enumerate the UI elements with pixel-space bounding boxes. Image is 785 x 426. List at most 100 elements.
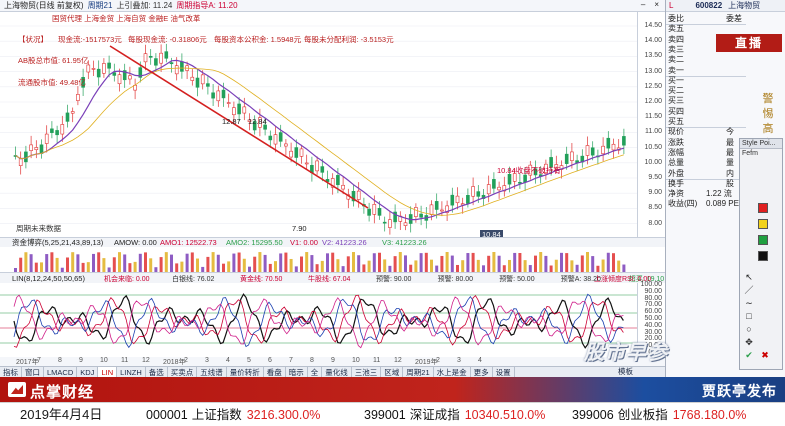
line-tool-icon[interactable]: ／ [742, 284, 756, 297]
tab-indicator[interactable]: 区域 [381, 366, 404, 378]
quote-row-label: 买五 [668, 117, 684, 126]
tab-indicator[interactable]: 看盘 [264, 366, 286, 378]
color-swatch-green[interactable] [758, 235, 768, 245]
candle [164, 51, 169, 59]
tab-indicator[interactable]: LMACD [44, 366, 78, 378]
candle [611, 143, 616, 151]
lin-canvas [0, 293, 637, 349]
volume-bar [71, 252, 75, 272]
weekly-note: 周期未来数据 [16, 224, 61, 233]
undistributed-label: 每股未分配利润: -3.5153元 [304, 35, 394, 44]
pointer-tool-icon[interactable]: ↖ [742, 271, 756, 284]
rectangle-tool-icon[interactable]: □ [742, 310, 756, 323]
volume-bar [518, 253, 522, 272]
candle [304, 162, 309, 165]
volume-bar [196, 258, 199, 272]
tab-indicator[interactable]: 量化线 [322, 366, 352, 378]
tab-indicator[interactable]: 周期21 [403, 366, 434, 378]
quote-row: 净资 1.22 流 [666, 189, 746, 199]
volume-title[interactable]: 资金博弈(5,25,21,43,89,13) [12, 238, 103, 247]
volume-bar [528, 265, 532, 272]
tab-indicator[interactable]: KDJ [77, 366, 99, 378]
volume-bar [456, 264, 459, 272]
volume-bar [612, 253, 615, 272]
quote-row: 买一 [666, 76, 746, 86]
tab-indicator[interactable]: 备选 [146, 366, 168, 378]
tab-indicator[interactable]: 三池三 [352, 366, 382, 378]
volume-bar [404, 255, 407, 272]
curve-tool-icon[interactable]: ∼ [742, 297, 756, 310]
check-tool-icon[interactable]: ✔ [742, 349, 756, 362]
cross-tool-icon[interactable]: ✖ [758, 349, 772, 362]
live-button[interactable]: 直播 [716, 34, 782, 52]
ticker-name: 上证指数 [191, 408, 242, 422]
float-cap-label: AB股总市值: 61.95亿 [18, 56, 89, 65]
volume-bar [274, 261, 277, 272]
volume-bar [362, 264, 366, 272]
date-tick-label: 10 [352, 357, 360, 364]
volume-bar [222, 263, 225, 272]
date-tick-label: 3 [457, 357, 461, 364]
candle [523, 174, 527, 183]
tab-indicator[interactable]: LIN [98, 366, 118, 378]
status-button[interactable]: 【状况】 [18, 35, 48, 44]
tab-indicator[interactable]: 买卖点 [168, 366, 198, 378]
date-tick-label: 2 [436, 357, 440, 364]
color-swatch-black[interactable] [758, 251, 768, 261]
tab-indicator[interactable]: 暗示 [286, 366, 308, 378]
amo1-value: AMO1: 12522.73 [160, 238, 217, 247]
quote-row: 委比 委差 [666, 14, 746, 24]
color-swatch-red[interactable] [758, 203, 768, 213]
tab-indicator[interactable]: 全 [308, 366, 323, 378]
candle [377, 208, 382, 216]
volume-bar [393, 256, 397, 272]
tab-indicator[interactable]: 量价转折 [227, 366, 264, 378]
quote-row-label: 买二 [668, 86, 684, 96]
move-tool-icon[interactable]: ✥ [742, 336, 756, 349]
price-chart[interactable]: 国贸代理 上海金贸 上海自贸 金融E 油气改革 【状况】 现金流:-151757… [0, 12, 637, 239]
volume-bar [92, 253, 95, 272]
volume-chart[interactable] [0, 247, 637, 272]
candle [232, 107, 236, 116]
candle [570, 151, 574, 161]
volume-bar [175, 263, 179, 272]
support-note: 10.84收盘不破持有 [497, 166, 561, 175]
quote-row-label: 委比 [668, 14, 684, 23]
tab-indicator[interactable]: 水上是金 [434, 366, 471, 378]
quote-row-value: 量 [726, 158, 734, 168]
chart-title-bar: 上海物贸(日线 前复权) 周期21 上引叠加: 11.24 周期指导A: 11.… [0, 0, 665, 12]
volume-canvas [14, 252, 626, 272]
tab-indicator[interactable]: 窗口 [22, 366, 44, 378]
template-button[interactable]: 模板 [618, 367, 633, 376]
candle [455, 195, 460, 204]
quote-row: 涨跌 最 [666, 138, 746, 148]
volume-bar [372, 253, 376, 272]
tags-label: 国贸代理 上海金贸 上海自贸 金融E 油气改革 [52, 14, 201, 23]
candle [34, 147, 39, 151]
tab-indicator[interactable]: 指标 [0, 366, 22, 378]
close-icon[interactable]: × [654, 0, 659, 9]
candle [315, 160, 319, 172]
ellipse-tool-icon[interactable]: ○ [742, 323, 756, 336]
live-prefix-label: L [669, 1, 674, 10]
lin-title[interactable]: LIN(8,12,24,50,50,65) [12, 274, 85, 283]
lin-indicator-chart[interactable] [0, 283, 637, 357]
candle [107, 62, 111, 69]
tab-indicator[interactable]: 五线谱 [197, 366, 227, 378]
candle [44, 133, 49, 144]
color-swatch-yellow[interactable] [758, 219, 768, 229]
tab-indicator[interactable]: 更多 [471, 366, 493, 378]
minimize-icon[interactable]: – [641, 0, 645, 9]
period-label[interactable]: 周期21 [88, 0, 113, 11]
amo2-value: AMO2: 15295.50 [226, 238, 283, 247]
volume-bar [102, 258, 106, 272]
tab-indicator[interactable]: 设置 [493, 366, 515, 378]
tab-indicator[interactable]: LINZH [117, 366, 146, 378]
volume-bar [466, 253, 470, 272]
candle [86, 64, 91, 73]
ticker-name: 深证成指 [409, 408, 460, 422]
volume-bar [216, 254, 220, 272]
volume-bar [357, 255, 361, 272]
candle [284, 143, 288, 147]
indicator-tab-bar: 指标 窗口 LMACD KDJ LIN LINZH 备选 买卖点 五线谱 量价转折 看盘 暗示全量化线… [0, 366, 665, 378]
